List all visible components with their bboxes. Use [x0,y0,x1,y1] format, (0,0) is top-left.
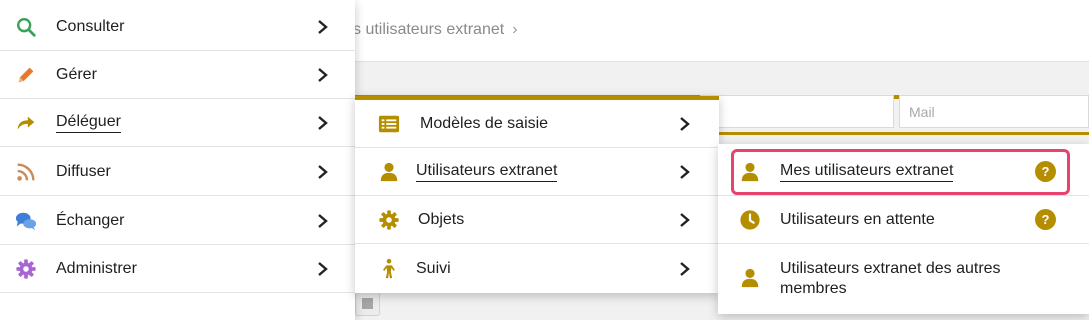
menu-item-label: Déléguer [56,113,121,133]
menu-item-gerer[interactable]: Gérer [0,51,355,99]
share-arrow-icon [14,111,38,135]
chevron-right-icon [316,66,330,84]
table-header-bar [718,132,1089,135]
menu-item-objets[interactable]: Objets [355,196,719,244]
menu-item-suivi[interactable]: Suivi [355,245,719,293]
mail-filter-field[interactable] [899,95,1089,128]
chevron-right-icon [316,18,330,36]
menu-item-label: Mes utilisateurs extranet [780,162,954,182]
menu-item-label: Utilisateurs extranet [416,162,558,182]
menu-item-consulter[interactable]: Consulter [0,3,355,51]
menu-item-label: Modèles de saisie [420,114,549,132]
menu-item-label: Consulter [56,17,125,35]
user-icon [377,160,401,184]
user-icon [738,266,762,290]
menu-item-mes-utilisateurs-extranet[interactable]: Mes utilisateurs extranet ? [718,148,1089,196]
mail-input[interactable] [900,96,1088,127]
menu-item-deleguer[interactable]: Déléguer [0,99,355,147]
menu-item-label: Utilisateurs en attente [780,210,935,228]
deleguer-submenu: Modèles de saisie Utilisateurs extranet … [355,96,719,293]
chevron-right-icon [316,114,330,132]
menu-item-utilisateurs-en-attente[interactable]: Utilisateurs en attente ? [718,196,1089,244]
menu-item-echanger[interactable]: Échanger [0,197,355,245]
menu-item-label: Administrer [56,259,137,277]
clock-icon [738,208,762,232]
menu-item-diffuser[interactable]: Diffuser [0,148,355,196]
chevron-right-icon [316,212,330,230]
chevron-right-icon [316,163,330,181]
chevron-right-icon [678,211,692,229]
breadcrumb: s utilisateurs extranet › [353,21,518,39]
square-icon [362,298,373,309]
chevron-right-icon [678,260,692,278]
small-action-button[interactable] [355,292,380,316]
utilisateurs-extranet-submenu: Mes utilisateurs extranet ? Utilisateurs… [718,144,1089,314]
main-menu: Consulter Gérer Déléguer Diffuser Échang… [0,0,355,320]
menu-item-modeles-de-saisie[interactable]: Modèles de saisie [355,100,719,148]
chevron-right-icon [316,260,330,278]
person-walking-icon [377,257,401,281]
breadcrumb-chevron-icon: › [512,21,518,38]
menu-item-utilisateurs-extranet[interactable]: Utilisateurs extranet [355,148,719,196]
search-icon [14,15,38,39]
rss-icon [14,160,38,184]
chevron-right-icon [678,115,692,133]
list-icon [377,112,401,136]
menu-item-label: Diffuser [56,162,111,180]
chat-bubbles-icon [14,209,38,233]
gear-icon [377,208,401,232]
menu-item-label: Échanger [56,211,125,229]
breadcrumb-current: s utilisateurs extranet [353,21,505,38]
gear-icon [14,257,38,281]
menu-item-label-line1: Utilisateurs extranet des autres [780,260,1001,277]
chevron-right-icon [678,163,692,181]
pencil-icon [14,63,38,87]
help-icon[interactable]: ? [1035,161,1056,182]
filter-field[interactable] [700,95,894,128]
menu-item-administrer[interactable]: Administrer [0,245,355,293]
menu-item-label: Suivi [416,260,451,277]
menu-item-label-line2: membres [780,280,847,297]
menu-item-label: Objets [418,210,465,228]
menu-item-label: Gérer [56,65,97,83]
user-icon [738,160,762,184]
menu-item-utilisateurs-autres-membres[interactable]: Utilisateurs extranet des autres membres [718,244,1089,310]
help-icon[interactable]: ? [1035,209,1056,230]
